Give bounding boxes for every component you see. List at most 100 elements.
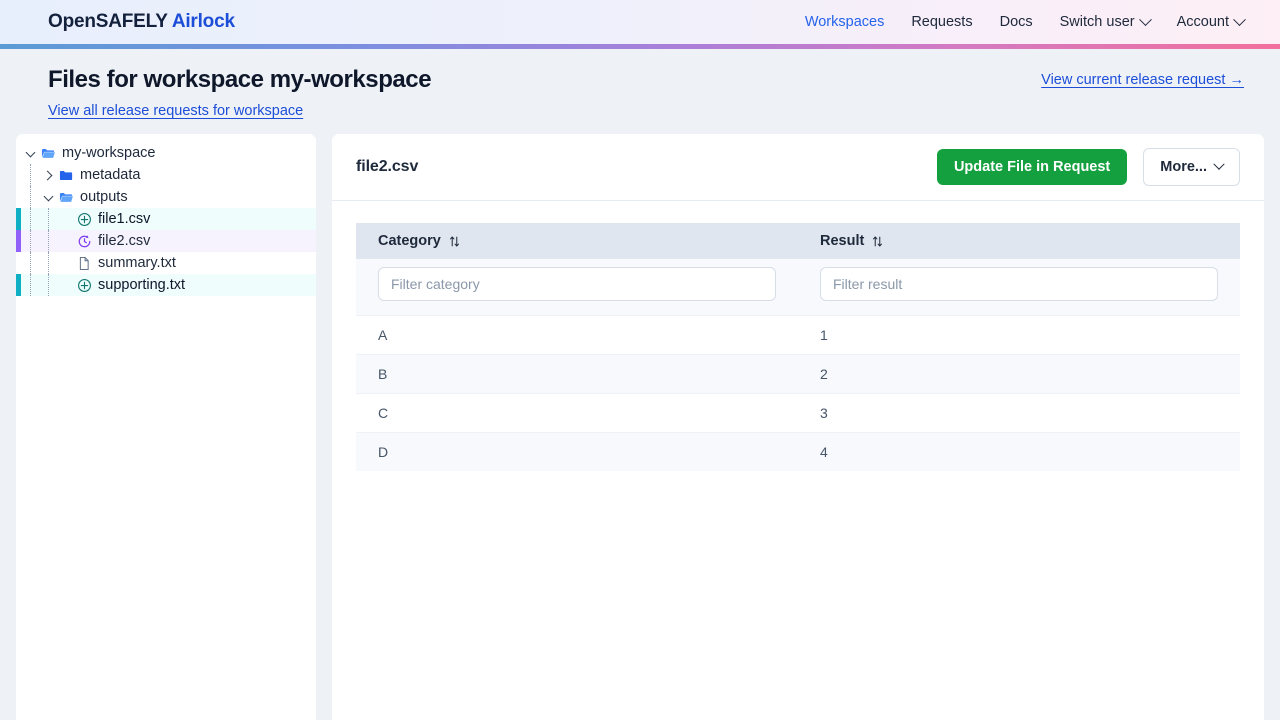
column-header-result[interactable]: Result <box>798 223 1240 259</box>
file-actions: Update File in Request More... <box>937 148 1240 186</box>
table-cell: 1 <box>798 316 1240 355</box>
tree-twisty-empty <box>60 212 74 226</box>
filter-cell <box>798 259 1240 316</box>
top-navigation-bar: OpenSAFELY Airlock Workspaces Requests Doc… <box>0 0 1280 44</box>
nav-link-docs[interactable]: Docs <box>1000 14 1033 30</box>
tree-guide-line <box>30 164 31 186</box>
tree-item-file1-csv[interactable]: file1.csv <box>16 208 316 230</box>
chevron-down-icon <box>1213 159 1224 170</box>
table-cell: 2 <box>798 355 1240 394</box>
tree-guide-line <box>48 274 49 296</box>
file-name-title: file2.csv <box>356 158 418 176</box>
tree-item-label: summary.txt <box>98 256 176 271</box>
tree-item-label: supporting.txt <box>98 278 185 293</box>
brand-logo[interactable]: OpenSAFELY Airlock <box>48 11 235 33</box>
tree-guide-line <box>48 230 49 252</box>
tree-item-label: file2.csv <box>98 234 150 249</box>
table-header-row: Category Result <box>356 223 1240 259</box>
filter-input-result[interactable] <box>820 267 1218 301</box>
nav-link-label: Workspaces <box>805 14 885 30</box>
clock-arrow-icon <box>74 233 94 249</box>
column-header-inner: Category <box>378 233 776 249</box>
nav-link-switch-user[interactable]: Switch user <box>1060 14 1150 30</box>
sort-updown-icon[interactable] <box>448 235 461 248</box>
filter-cell <box>356 259 798 316</box>
tree-guide-line <box>30 230 31 252</box>
column-header-inner: Result <box>820 233 1218 249</box>
tree-guide-line <box>48 208 49 230</box>
chevron-down-icon[interactable] <box>42 190 56 204</box>
nav-link-requests[interactable]: Requests <box>911 14 972 30</box>
nav-link-label: Switch user <box>1060 14 1135 30</box>
nav-link-label: Docs <box>1000 14 1033 30</box>
tree-item-label: outputs <box>80 190 128 205</box>
view-current-release-request-link[interactable]: View current release request → <box>1041 72 1244 88</box>
table-row: A1 <box>356 316 1240 355</box>
nav-link-label: Requests <box>911 14 972 30</box>
page-title: Files for workspace my-workspace <box>48 65 431 95</box>
tree-guide-line <box>30 186 31 208</box>
column-header-label: Category <box>378 233 441 249</box>
table-row: C3 <box>356 394 1240 433</box>
plus-circle-icon <box>74 211 94 227</box>
tree-item-label: file1.csv <box>98 212 150 227</box>
table-filter-row <box>356 259 1240 316</box>
tree-item-my-workspace[interactable]: my-workspace <box>16 142 316 164</box>
tree-item-summary-txt[interactable]: summary.txt <box>16 252 316 274</box>
table-cell: 3 <box>798 394 1240 433</box>
primary-nav: Workspaces Requests Docs Switch user Account <box>805 14 1244 30</box>
brand-name: OpenSAFELY <box>48 11 167 32</box>
tree-item-status-bar <box>16 274 21 296</box>
nav-link-label: Account <box>1177 14 1229 30</box>
chevron-down-icon <box>1233 13 1246 26</box>
table-cell: 4 <box>798 433 1240 472</box>
tree-twisty-empty <box>60 256 74 270</box>
brand-product: Airlock <box>172 11 235 32</box>
more-actions-button[interactable]: More... <box>1143 148 1240 186</box>
chevron-down-icon[interactable] <box>24 146 38 160</box>
view-all-release-requests-link[interactable]: View all release requests for workspace <box>48 103 303 119</box>
plus-circle-icon <box>74 277 94 293</box>
column-header-category[interactable]: Category <box>356 223 798 259</box>
folder-open-icon <box>38 145 58 161</box>
chevron-right-icon[interactable] <box>42 168 56 182</box>
tree-item-outputs[interactable]: outputs <box>16 186 316 208</box>
table-row: D4 <box>356 433 1240 472</box>
table-row: B2 <box>356 355 1240 394</box>
file-table-container: Category Result A1B2C3D4 <box>332 201 1264 720</box>
column-header-label: Result <box>820 233 864 249</box>
tree-item-label: my-workspace <box>62 146 155 161</box>
table-body: A1B2C3D4 <box>356 316 1240 472</box>
table-cell: C <box>356 394 798 433</box>
table-cell: A <box>356 316 798 355</box>
page-header-right: View current release request → <box>1041 65 1244 89</box>
page-header-left: Files for workspace my-workspace View al… <box>48 65 431 120</box>
tree-item-metadata[interactable]: metadata <box>16 164 316 186</box>
tree-item-status-bar <box>16 230 21 252</box>
tree-guide-line <box>48 252 49 274</box>
tree-guide-line <box>30 252 31 274</box>
chevron-down-icon <box>1139 13 1152 26</box>
tree-item-label: metadata <box>80 168 140 183</box>
table-cell: B <box>356 355 798 394</box>
file-tree-panel: my-workspace metadata outputs file1.csv file… <box>16 134 316 720</box>
update-file-in-request-button[interactable]: Update File in Request <box>937 149 1127 185</box>
tree-guide-line <box>30 274 31 296</box>
file-data-table: Category Result A1B2C3D4 <box>356 223 1240 471</box>
table-head: Category Result <box>356 223 1240 316</box>
folder-closed-icon <box>56 167 76 183</box>
nav-link-workspaces[interactable]: Workspaces <box>805 14 885 30</box>
tree-item-status-bar <box>16 208 21 230</box>
file-icon <box>74 255 94 271</box>
sort-updown-icon[interactable] <box>871 235 884 248</box>
page-body: my-workspace metadata outputs file1.csv file… <box>0 134 1280 720</box>
tree-item-supporting-txt[interactable]: supporting.txt <box>16 274 316 296</box>
page-header: Files for workspace my-workspace View al… <box>0 49 1280 134</box>
more-actions-label: More... <box>1160 159 1207 175</box>
nav-link-account[interactable]: Account <box>1177 14 1244 30</box>
tree-item-file2-csv[interactable]: file2.csv <box>16 230 316 252</box>
file-content-header: file2.csv Update File in Request More... <box>332 134 1264 201</box>
filter-input-category[interactable] <box>378 267 776 301</box>
folder-open-icon <box>56 189 76 205</box>
tree-guide-line <box>30 208 31 230</box>
